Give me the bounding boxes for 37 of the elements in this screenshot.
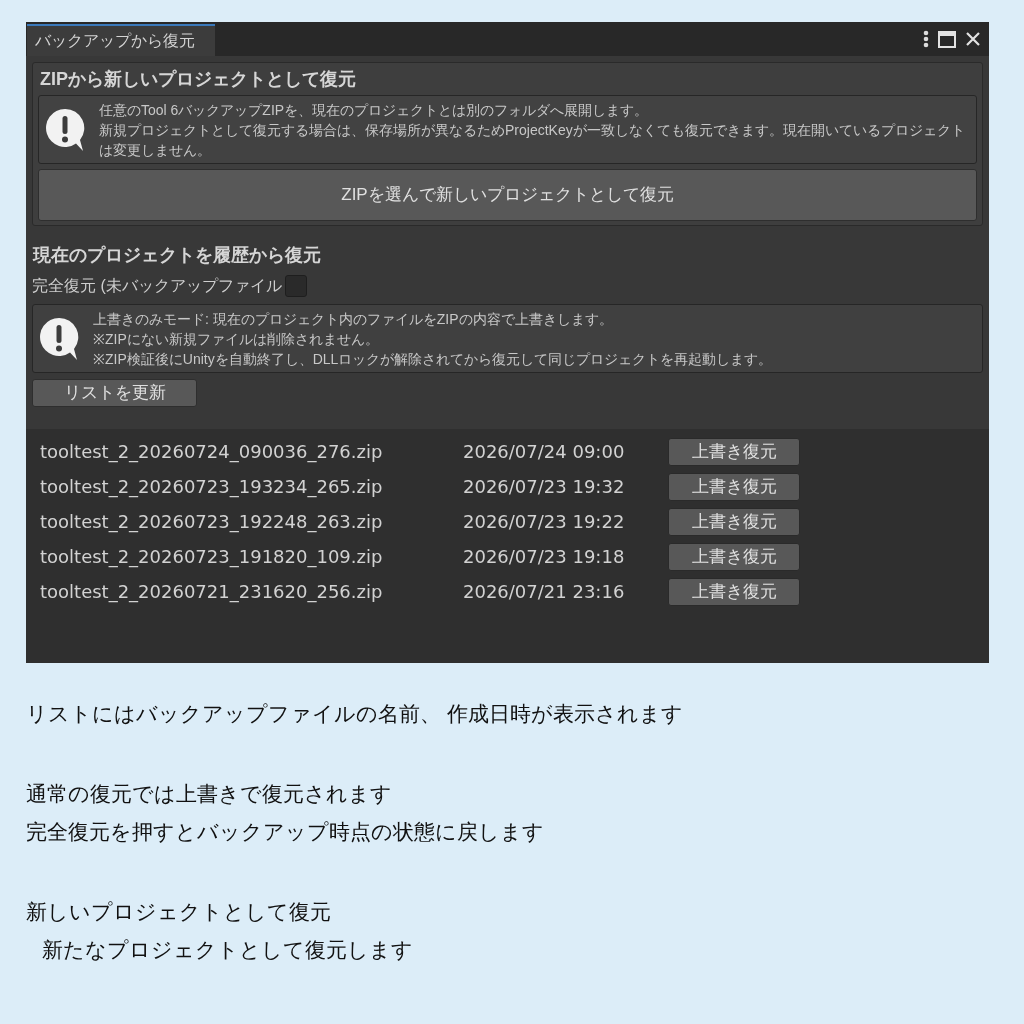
backup-date: 2026/07/23 19:32 — [463, 475, 626, 499]
backup-file-name: tooltest_2_20260723_191820_109.zip — [39, 545, 384, 570]
checkbox-label: 完全復元 (未バックアップファイル — [32, 276, 282, 296]
warning-bubble-icon — [39, 316, 79, 361]
backup-file-name: tooltest_2_20260721_231620_256.zip — [39, 580, 384, 605]
refresh-list-button[interactable]: リストを更新 — [32, 379, 197, 407]
help-text: ※ZIPにない新規ファイルは削除されません。 — [93, 329, 380, 349]
overwrite-restore-button[interactable]: 上書き復元 — [668, 507, 800, 536]
help-text: 任意のTool 6バックアップZIPを、現在のプロジェクトとは別のフォルダへ展開します。 — [99, 100, 650, 120]
backup-date: 2026/07/24 09:00 — [463, 440, 626, 464]
overwrite-restore-button[interactable]: 上書き復元 — [668, 472, 800, 501]
section-heading: ZIPから新しいプロジェクトとして復元 — [39, 68, 357, 91]
overwrite-restore-button[interactable]: 上書き復元 — [668, 542, 800, 571]
restore-new-project-button[interactable]: ZIPを選んで新しいプロジェクトとして復元 — [38, 169, 977, 221]
more-options-icon[interactable] — [923, 30, 929, 48]
backup-file-name: tooltest_2_20260723_192248_263.zip — [39, 510, 384, 535]
close-icon[interactable] — [965, 31, 981, 47]
help-text: 上書きのみモード: 現在のプロジェクト内のファイルをZIPの内容で上書きします。 — [93, 309, 614, 329]
note-text: リストにはバックアップファイルの名前、 作成日時が表示されます — [26, 701, 684, 727]
note-text: 通常の復元では上書きで復元されます — [26, 781, 393, 807]
backup-file-name: tooltest_2_20260723_193234_265.zip — [39, 475, 384, 500]
note-text: 完全復元を押すとバックアップ時点の状態に戻します — [26, 819, 545, 845]
backup-date: 2026/07/23 19:18 — [463, 545, 626, 569]
note-text: 新たなプロジェクトとして復元します — [41, 937, 414, 963]
window-tab[interactable]: バックアップから復元 — [27, 24, 215, 56]
help-text: 新規プロジェクトとして復元する場合は、保存場所が異なるためProjectKeyが一致しなくても復元できます。現在開いているプロジェクトは変更しません。 — [99, 120, 966, 160]
full-restore-checkbox[interactable] — [284, 275, 307, 297]
warning-bubble-icon — [45, 107, 85, 152]
help-text: ※ZIP検証後にUnityを自動終了し、DLLロックが解除されてから復元して同じプロジェクトを再起動します。 — [93, 349, 773, 369]
maximize-icon[interactable] — [938, 30, 956, 48]
backup-date: 2026/07/21 23:16 — [463, 580, 626, 604]
section-heading: 現在のプロジェクトを履歴から復元 — [33, 244, 322, 267]
overwrite-restore-button[interactable]: 上書き復元 — [668, 437, 800, 466]
backup-date: 2026/07/23 19:22 — [463, 510, 626, 534]
note-text: 新しいプロジェクトとして復元 — [26, 899, 332, 925]
overwrite-restore-button[interactable]: 上書き復元 — [668, 577, 800, 606]
backup-file-name: tooltest_2_20260724_090036_276.zip — [39, 440, 384, 465]
